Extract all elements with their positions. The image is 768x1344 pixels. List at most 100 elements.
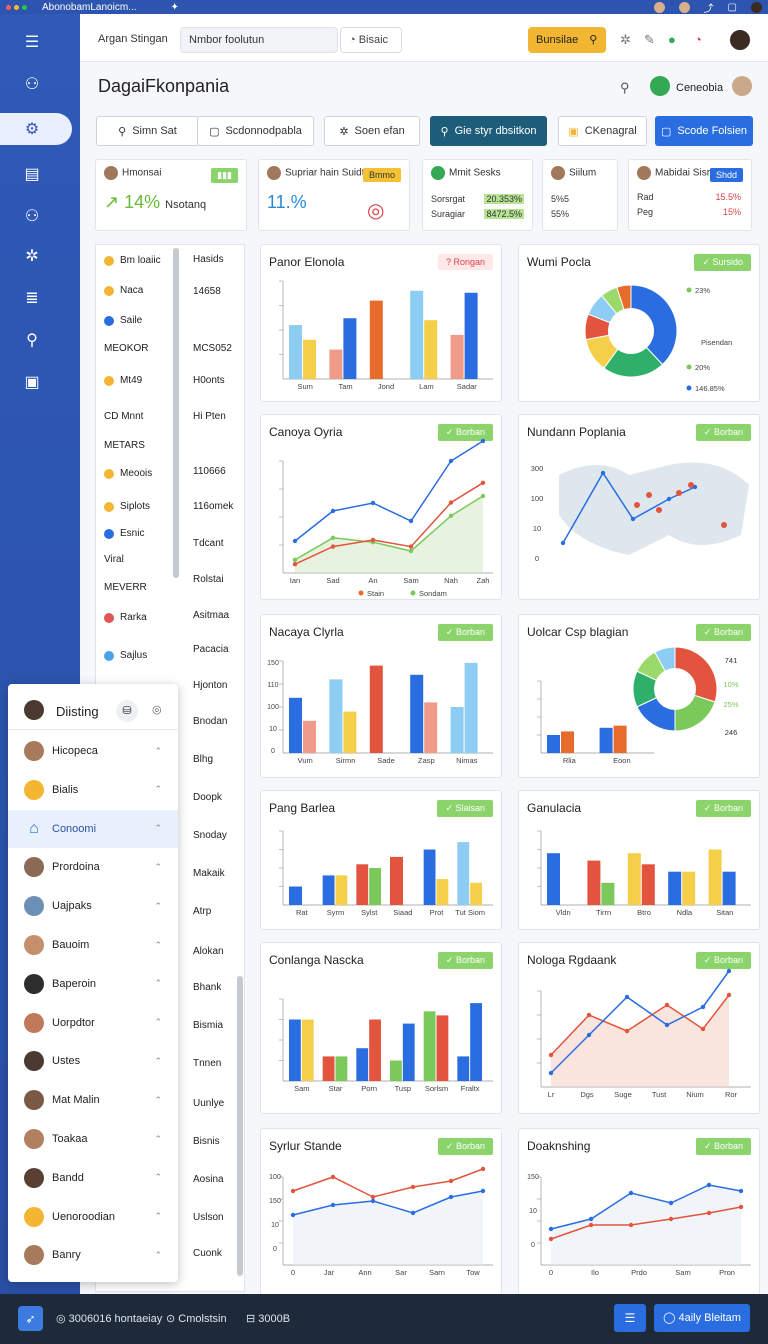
- dropdown-item[interactable]: Baperoin ⌃: [8, 965, 178, 1003]
- list-item[interactable]: Blhg: [193, 754, 213, 765]
- chevron-up-icon[interactable]: ⌃: [154, 823, 162, 834]
- list-item[interactable]: Bisnis: [193, 1136, 220, 1147]
- stat-card[interactable]: Hmonsai ▮▮▮ ↗ 14% Nsotanq: [95, 159, 247, 231]
- team-icon[interactable]: ⚇: [22, 206, 42, 226]
- chevron-up-icon[interactable]: ⌃: [154, 1095, 162, 1106]
- chevron-up-icon[interactable]: ⌃: [154, 746, 162, 757]
- action-button[interactable]: ⚲ Simn Sat: [96, 116, 199, 146]
- chart-card[interactable]: Canoya Oyria ✓ Borban Ian Sad An Sam Nah Zah Sta…: [260, 414, 502, 600]
- list-item[interactable]: CD Mnnt: [104, 411, 143, 422]
- profile-avatar[interactable]: [728, 28, 752, 52]
- list-item[interactable]: Aosina: [193, 1174, 224, 1185]
- search-icon[interactable]: ⚲: [620, 80, 630, 96]
- chevron-up-icon[interactable]: ⌃: [154, 784, 162, 795]
- calendar-icon[interactable]: ▣: [22, 372, 42, 392]
- user-avatar[interactable]: [678, 1, 690, 13]
- list-item[interactable]: Tdcant: [193, 538, 224, 549]
- app-logo-icon[interactable]: ➶: [18, 1306, 43, 1331]
- dropdown-item[interactable]: Toakaa ⌃: [8, 1120, 178, 1158]
- list-item[interactable]: Tnnen: [193, 1058, 221, 1069]
- list-item[interactable]: Doopk: [193, 792, 222, 803]
- dropdown-item[interactable]: Banry ⌃: [8, 1236, 178, 1274]
- maximize-dot-icon[interactable]: [22, 4, 27, 10]
- chart-card[interactable]: Doaknshing ✓ Borban 0 Ilo Prdo Sam Pron 150 10 0: [518, 1128, 760, 1296]
- settings-icon[interactable]: ◎: [152, 703, 162, 716]
- user-avatar[interactable]: [653, 1, 665, 13]
- stat-card[interactable]: Mmit Sesks Sorsrgat 20.353% Suragiar 8472.…: [422, 159, 533, 231]
- list-item[interactable]: Uslson: [193, 1212, 224, 1223]
- dropdown-item[interactable]: Uorpdtor ⌃: [8, 1004, 178, 1042]
- primary-button[interactable]: ◯ 4aily Bleitam: [654, 1304, 750, 1332]
- chevron-up-icon[interactable]: ⌃: [154, 978, 162, 989]
- list-item[interactable]: Mt49: [104, 375, 142, 386]
- dropdown-item[interactable]: Uajpaks ⌃: [8, 887, 178, 925]
- dropdown-item[interactable]: Mat Malin ⌃: [8, 1081, 178, 1119]
- edit-icon[interactable]: ✎: [644, 32, 655, 48]
- chevron-up-icon[interactable]: ⌃: [154, 1017, 162, 1028]
- search-input[interactable]: Nmbor foolutun: [180, 27, 338, 53]
- list-item[interactable]: Pacacia: [193, 644, 229, 655]
- menu-icon[interactable]: ☰: [22, 32, 42, 52]
- action-button[interactable]: ▢ Scdonnodpabla: [197, 116, 314, 146]
- chart-card[interactable]: Pang Barlea ✓ Slaisan Rat Syrm Sylst Siaad Pro…: [260, 790, 502, 930]
- dropdown-item[interactable]: Ustes ⌃: [8, 1042, 178, 1080]
- list-item[interactable]: 110666: [193, 466, 226, 477]
- list-item[interactable]: H0onts: [193, 375, 225, 386]
- avatar-green-icon[interactable]: ●: [668, 32, 676, 47]
- list-item[interactable]: MEVERR: [104, 582, 147, 593]
- scrollbar[interactable]: [173, 248, 179, 578]
- list-item[interactable]: MEOKOR: [104, 343, 148, 354]
- user-avatar[interactable]: [751, 1, 762, 13]
- chevron-up-icon[interactable]: ⌃: [154, 1134, 162, 1145]
- list-item[interactable]: Sajlus: [104, 650, 147, 661]
- list-item[interactable]: Hasids: [193, 254, 224, 265]
- chart-card[interactable]: Conlanga Nascka ✓ Borban Sam Star Porn Tusp So…: [260, 942, 502, 1114]
- list-item[interactable]: Alokan: [193, 946, 224, 957]
- stat-card[interactable]: Supriar hain Suidtras Bmmo 11.% ◎: [258, 159, 410, 231]
- clipboard-icon[interactable]: ▤: [22, 164, 42, 184]
- dropdown-item[interactable]: Uenoroodian ⌃: [8, 1198, 178, 1236]
- chart-card[interactable]: Panor Elonola? Rongan Sum Tam Jond Lam Sadar: [260, 244, 502, 402]
- window-icon[interactable]: ▢: [728, 2, 737, 13]
- list-item[interactable]: Hjonton: [193, 680, 227, 691]
- dropdown-item[interactable]: Bauoim ⌃: [8, 926, 178, 964]
- settings-icon[interactable]: ✲: [22, 246, 42, 266]
- list-item[interactable]: Esnic: [104, 528, 144, 539]
- list-item[interactable]: METARS: [104, 440, 145, 451]
- gear-icon[interactable]: ✲: [620, 32, 631, 48]
- dropdown-item[interactable]: ⌂ Conoomi ⌃: [8, 809, 178, 848]
- dropdown-item[interactable]: Bialis ⌃: [8, 771, 178, 809]
- list-item[interactable]: Viral: [104, 554, 124, 565]
- list-item[interactable]: Hi Pten: [193, 411, 226, 422]
- minimize-dot-icon[interactable]: [14, 4, 19, 10]
- scrollbar[interactable]: [237, 976, 243, 1276]
- chevron-up-icon[interactable]: ⌃: [154, 901, 162, 912]
- user-avatar[interactable]: [650, 76, 670, 96]
- list-item[interactable]: 116omek: [193, 501, 233, 512]
- chart-card[interactable]: Nundann Poplania ✓ Borban 300 100 10 0: [518, 414, 760, 600]
- chart-card[interactable]: Nacaya Clyrla ✓ Borban Vum Sirmn Sade Zasp Nim…: [260, 614, 502, 778]
- list-item[interactable]: Cuonk: [193, 1248, 222, 1259]
- dropdown-item[interactable]: Bandd ⌃: [8, 1159, 178, 1197]
- chart-card[interactable]: Nologa Rgdaank ✓ Borban Lr Dgs Suge Tust Nium R…: [518, 942, 760, 1114]
- chart-card[interactable]: Wumi Pocla ✓ Sursido 23% Pisendan 20% 146.85%: [518, 244, 760, 402]
- link-icon[interactable]: ⤴: [704, 0, 714, 15]
- chevron-up-icon[interactable]: ⌃: [154, 1250, 162, 1261]
- chevron-up-icon[interactable]: ⌃: [154, 1056, 162, 1067]
- business-button[interactable]: Bunsilae ⚲: [528, 27, 606, 53]
- list-item[interactable]: 14658: [193, 286, 221, 297]
- list-item[interactable]: Bhank: [193, 982, 221, 993]
- action-button[interactable]: ✲ Soen efan: [324, 116, 420, 146]
- list-item[interactable]: Makaik: [193, 868, 225, 879]
- dropdown-item[interactable]: Hicopeca ⌃: [8, 732, 178, 770]
- chevron-up-icon[interactable]: ⌃: [154, 1211, 162, 1222]
- stat-card[interactable]: Mabidai Sisrka Shdd Rad 15.5% Peg 15%: [628, 159, 752, 231]
- list-item[interactable]: Rolstai: [193, 574, 224, 585]
- menu-button[interactable]: ☰: [614, 1304, 646, 1332]
- list-item[interactable]: MCS052: [193, 343, 232, 354]
- list-item[interactable]: Siplots: [104, 501, 150, 512]
- list-item[interactable]: Naca: [104, 285, 143, 296]
- list-item[interactable]: Bnodan: [193, 716, 227, 727]
- user-avatar[interactable]: [732, 76, 752, 96]
- action-button[interactable]: ⚲ Gie styr dbsitkon: [430, 116, 547, 146]
